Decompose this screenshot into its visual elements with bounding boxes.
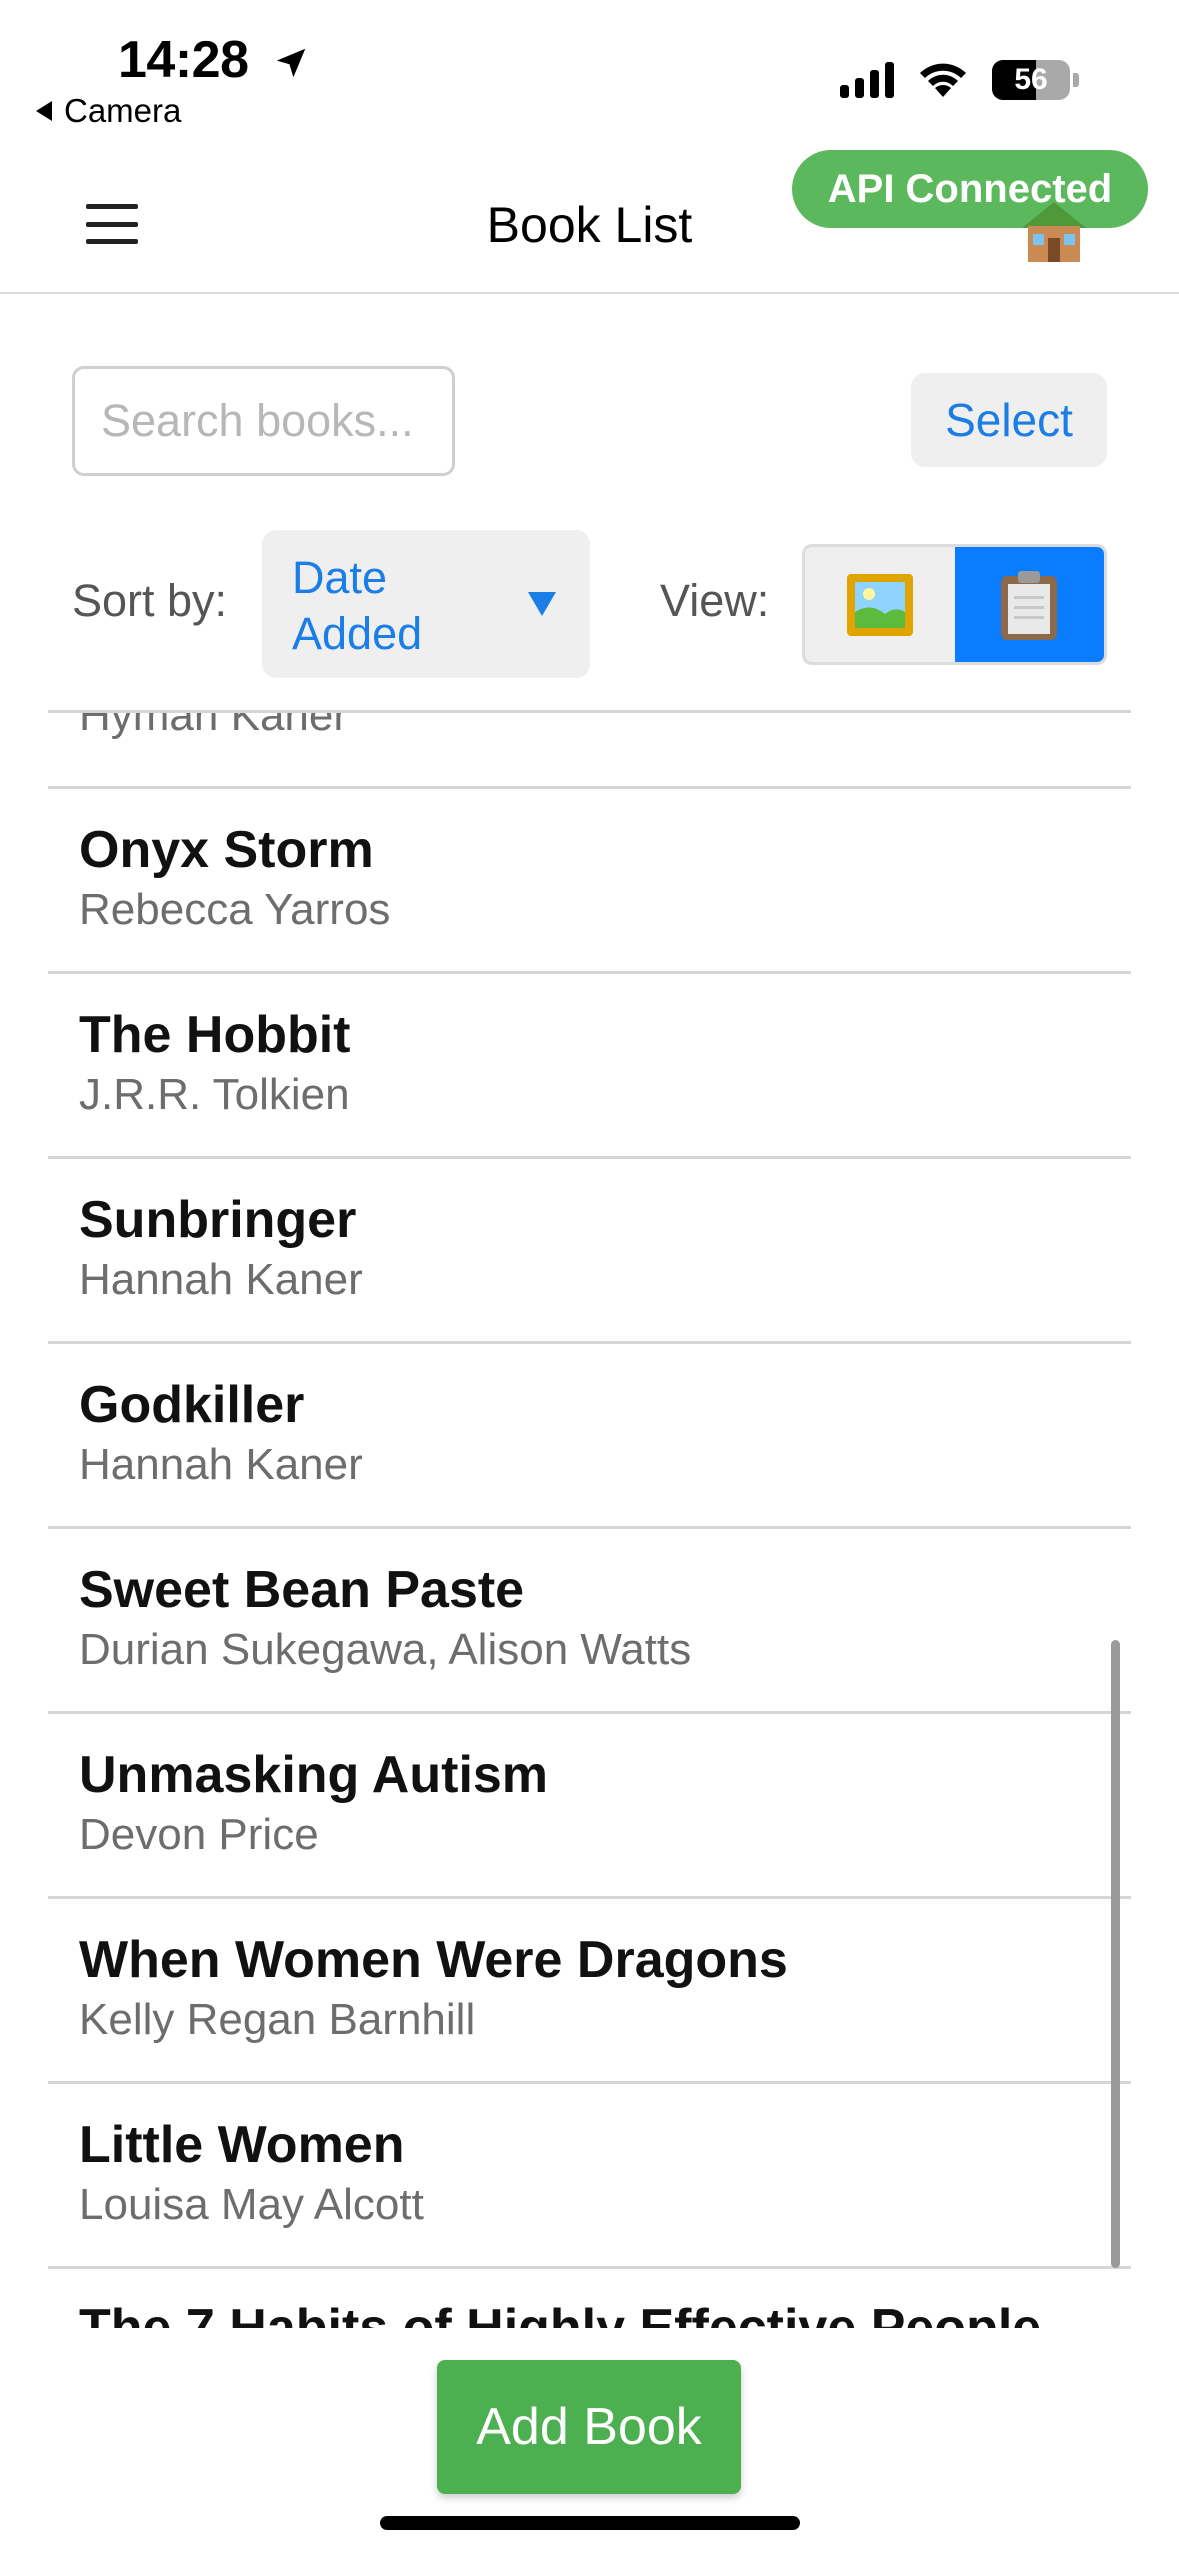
add-book-button[interactable]: Add Book (437, 2360, 741, 2494)
sort-label: Sort by: (72, 575, 228, 626)
book-row[interactable]: Onyx Storm Rebecca Yarros (48, 789, 1131, 974)
book-row[interactable]: Sweet Bean Paste Durian Sukegawa, Alison… (48, 1529, 1131, 1714)
book-author: Kelly Regan Barnhill (79, 1995, 476, 2044)
book-author: Rebecca Yarros (79, 885, 391, 934)
list-scrollbar[interactable] (1111, 1640, 1120, 2268)
status-time-text: 14:28 (118, 31, 249, 89)
book-row[interactable]: Little Women Louisa May Alcott (48, 2084, 1131, 2269)
book-author: J.R.R. Tolkien (79, 1070, 350, 1119)
api-status-badge: API Connected (792, 150, 1148, 228)
back-triangle-icon (36, 101, 52, 121)
wifi-icon (920, 63, 966, 97)
book-row[interactable]: Hyman Kaner (48, 710, 1131, 789)
status-indicators: 56 (840, 60, 1079, 100)
book-author: Devon Price (79, 1810, 319, 1859)
book-title: When Women Were Dragons (79, 1931, 788, 1989)
list-view-button[interactable] (954, 547, 1104, 662)
back-app-label: Camera (64, 92, 182, 129)
view-label: View: (660, 575, 770, 626)
house-icon (1022, 202, 1086, 262)
book-title: Little Women (79, 2116, 405, 2174)
book-author: Hannah Kaner (79, 1440, 363, 1489)
clipboard-icon (1001, 570, 1058, 640)
gallery-view-button[interactable] (805, 547, 955, 662)
location-arrow-icon (277, 49, 306, 78)
framed-picture-icon (846, 573, 913, 636)
sort-value-line2: Added (292, 608, 423, 659)
search-input[interactable] (72, 366, 455, 476)
book-row[interactable]: The 7 Habits of Highly Effective People (48, 2269, 1131, 2328)
home-indicator[interactable] (380, 2516, 800, 2530)
book-title: Godkiller (79, 1376, 305, 1434)
battery-percent: 56 (1014, 63, 1048, 96)
book-title: Onyx Storm (79, 821, 374, 879)
sort-value-line1: Date (292, 552, 388, 603)
sort-dropdown[interactable]: Date Added (262, 530, 590, 678)
book-author: Louisa May Alcott (79, 2180, 424, 2229)
book-author: Durian Sukegawa, Alison Watts (79, 1625, 692, 1674)
book-author: Hannah Kaner (79, 1255, 363, 1304)
book-row[interactable]: Godkiller Hannah Kaner (48, 1344, 1131, 1529)
book-title: Unmasking Autism (79, 1746, 549, 1804)
view-mode-toggle (802, 544, 1107, 665)
book-list[interactable]: Hyman Kaner Onyx Storm Rebecca Yarros Th… (48, 710, 1131, 2328)
battery-icon: 56 (992, 60, 1079, 100)
select-button[interactable]: Select (911, 373, 1107, 467)
book-row[interactable]: When Women Were Dragons Kelly Regan Barn… (48, 1899, 1131, 2084)
book-row[interactable]: Sunbringer Hannah Kaner (48, 1159, 1131, 1344)
dropdown-caret-icon (528, 592, 556, 616)
cellular-signal-icon (840, 62, 894, 98)
book-row[interactable]: Unmasking Autism Devon Price (48, 1714, 1131, 1899)
status-time: 14:28 (118, 30, 310, 90)
book-title: The Hobbit (79, 1006, 351, 1064)
book-title: Sunbringer (79, 1191, 357, 1249)
back-to-app-link[interactable]: Camera (36, 92, 181, 130)
app-header: Book List API Connected (0, 150, 1179, 294)
book-title: The 7 Habits of Highly Effective People (79, 2299, 1042, 2328)
book-author: Hyman Kaner (79, 710, 349, 740)
book-row[interactable]: The Hobbit J.R.R. Tolkien (48, 974, 1131, 1159)
book-title: Sweet Bean Paste (79, 1561, 525, 1619)
